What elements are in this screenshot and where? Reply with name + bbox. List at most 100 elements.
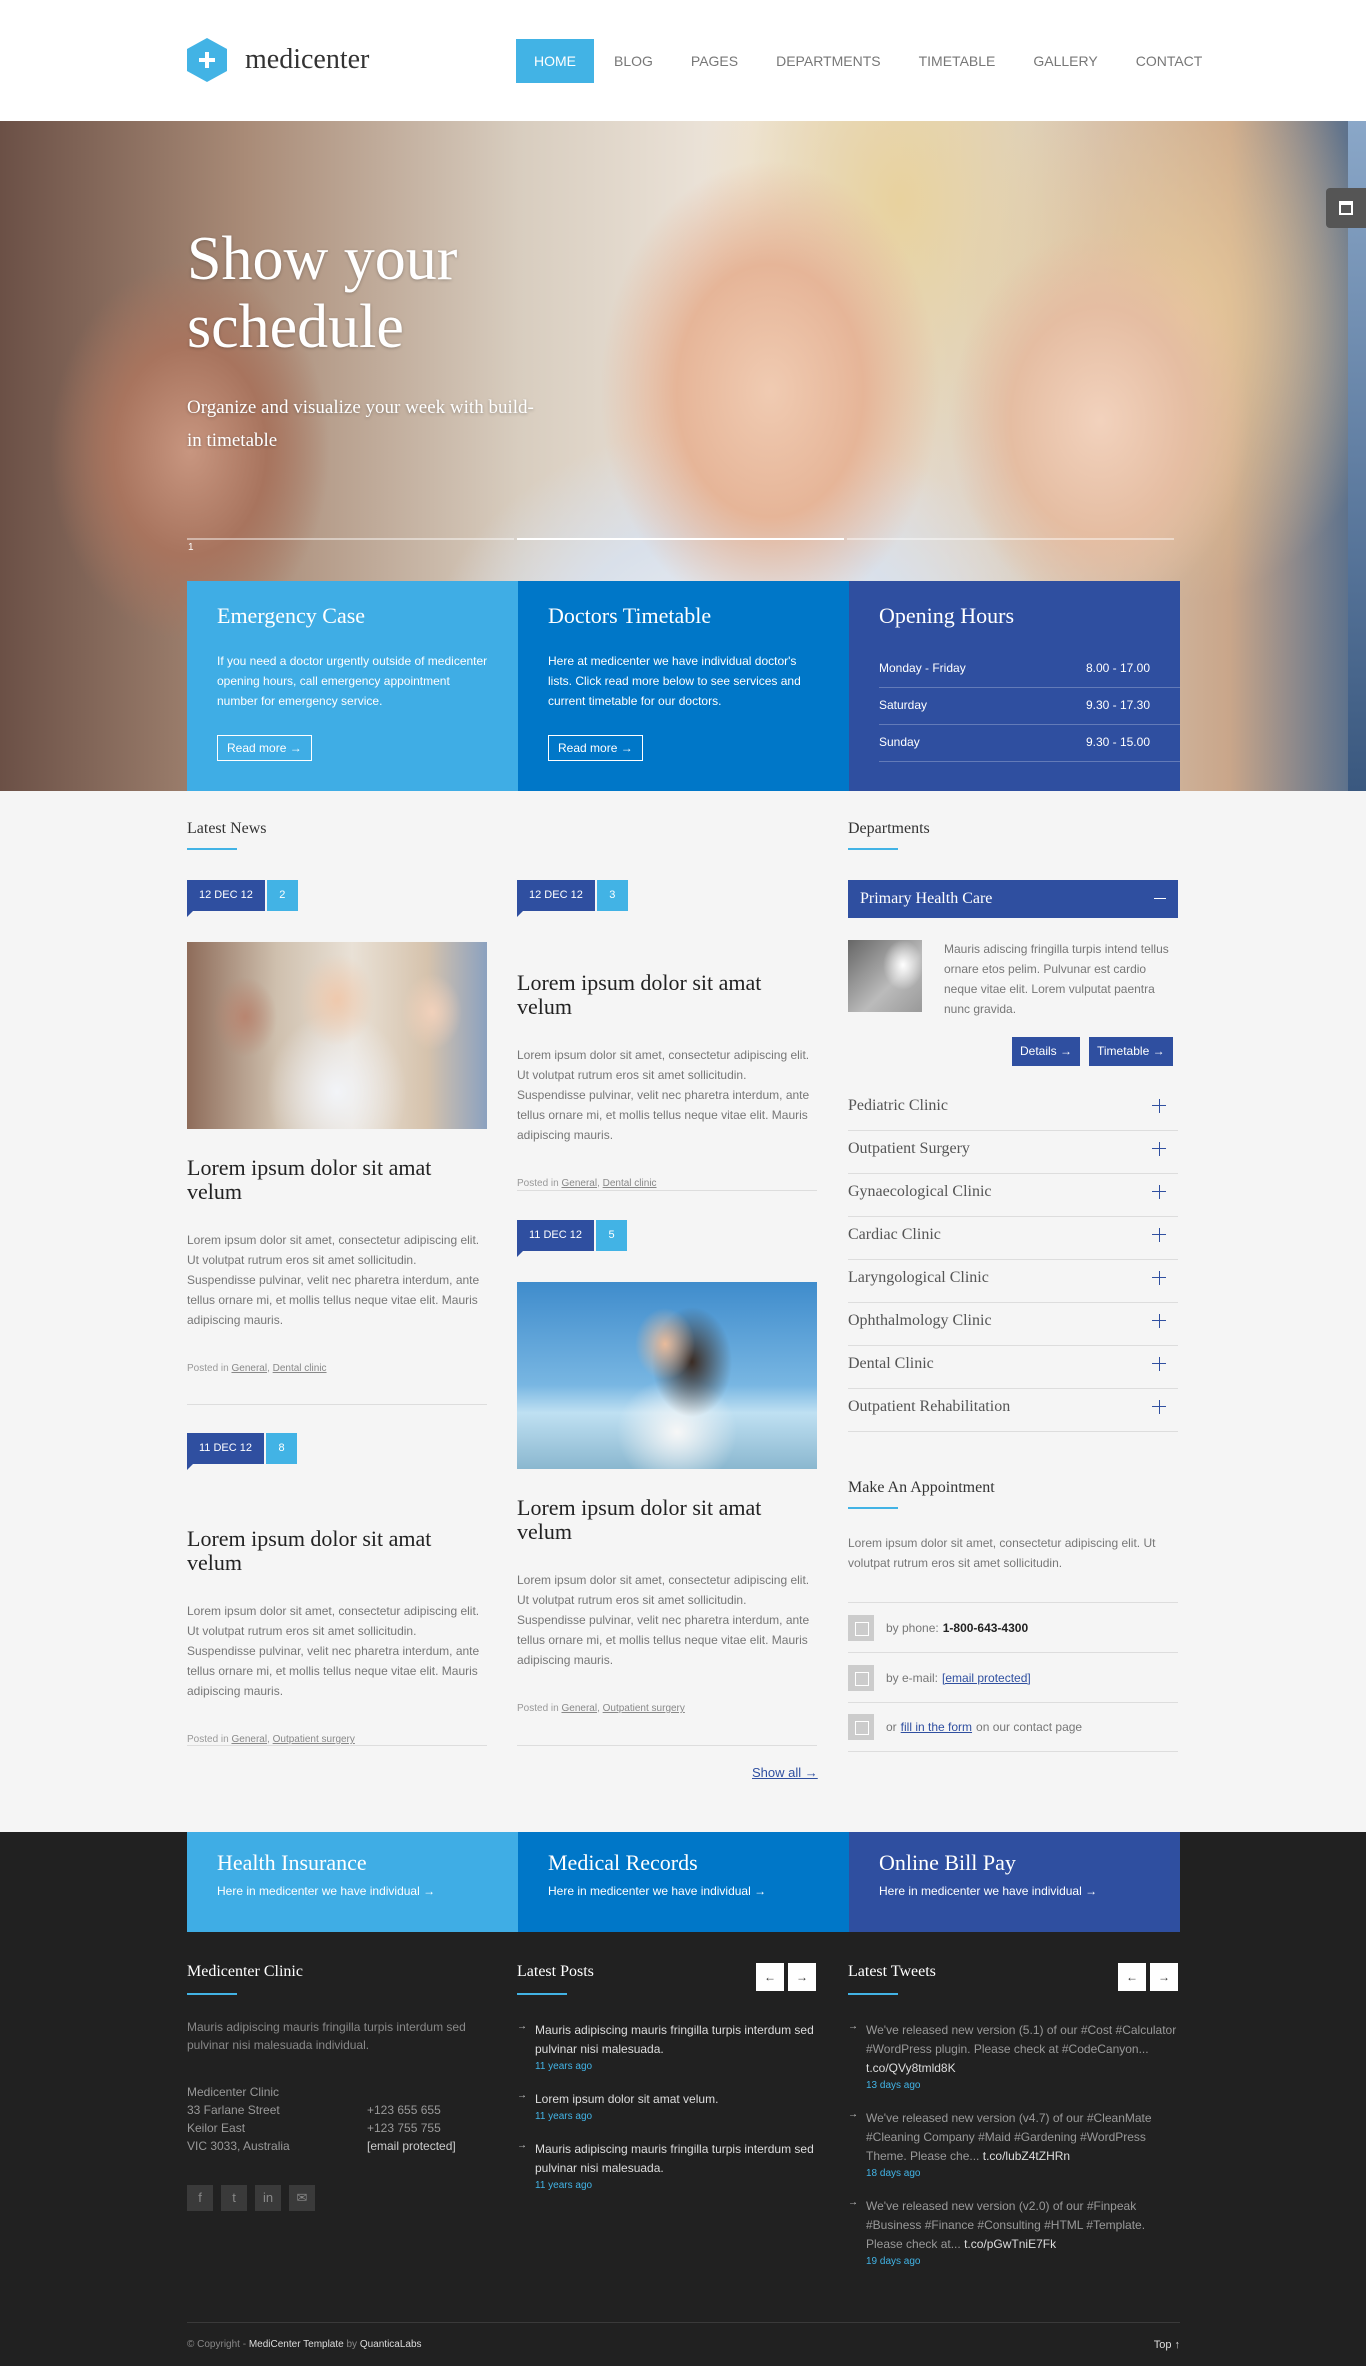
expand-icon[interactable]	[1152, 1228, 1166, 1242]
author-link[interactable]: QuanticaLabs	[360, 2339, 422, 2350]
expand-icon[interactable]	[1152, 1185, 1166, 1199]
department-item[interactable]: Cardiac Clinic	[848, 1217, 1178, 1260]
department-name: Primary Health Care	[860, 890, 993, 907]
tweet-date[interactable]: 18 days ago	[866, 2168, 1178, 2179]
hours-row: Sunday 9.30 - 15.00	[879, 725, 1180, 762]
hours-row: Saturday 9.30 - 17.30	[879, 688, 1180, 725]
phone-number[interactable]: 1-800-643-4300	[943, 1621, 1028, 1635]
timetable-button[interactable]: Timetable →	[1089, 1037, 1173, 1066]
department-item[interactable]: Ophthalmology Clinic	[848, 1303, 1178, 1346]
linkedin-icon[interactable]: in	[255, 2185, 281, 2211]
post-comment-count[interactable]: 5	[596, 1220, 627, 1251]
mail-icon[interactable]: ✉	[289, 2185, 315, 2211]
collapse-icon[interactable]	[1154, 898, 1166, 899]
latest-post-item[interactable]: Mauris adipiscing mauris fringilla turpi…	[517, 2021, 817, 2072]
back-to-top-link[interactable]: Top ↑	[1154, 2339, 1180, 2351]
latest-post-item[interactable]: Lorem ipsum dolor sit amat velum. 11 yea…	[517, 2090, 817, 2122]
prev-arrow-icon[interactable]: ←	[756, 1963, 784, 1991]
nav-timetable[interactable]: TIMETABLE	[901, 39, 1014, 83]
logo[interactable]: medicenter	[187, 38, 369, 82]
department-item[interactable]: Pediatric Clinic	[848, 1088, 1178, 1131]
clinic-text: Mauris adipiscing mauris fringilla turpi…	[187, 2020, 466, 2052]
expand-icon[interactable]	[1152, 1357, 1166, 1371]
post-title[interactable]: Lorem ipsum dolor sit amat velum	[187, 1527, 487, 1575]
post-title[interactable]: Lorem ipsum dolor sit amat velum	[517, 971, 817, 1019]
prev-arrow-icon[interactable]: ←	[1118, 1963, 1146, 1991]
expand-icon[interactable]	[1152, 1099, 1166, 1113]
department-item[interactable]: Laryngological Clinic	[848, 1260, 1178, 1303]
category-link[interactable]: General	[231, 1363, 267, 1374]
latest-post-text: Mauris adipiscing mauris fringilla turpi…	[535, 2023, 814, 2056]
nav-blog[interactable]: BLOG	[596, 39, 671, 83]
contact-email: by e-mail: [email protected]	[848, 1652, 1178, 1702]
twitter-icon[interactable]: t	[221, 2185, 247, 2211]
post-title[interactable]: Lorem ipsum dolor sit amat velum	[187, 1156, 487, 1204]
clinic-email-link[interactable]: [email protected]	[367, 2137, 456, 2155]
expand-icon[interactable]	[1152, 1314, 1166, 1328]
category-link[interactable]: Dental clinic	[603, 1178, 657, 1189]
facebook-icon[interactable]: f	[187, 2185, 213, 2211]
tweet-link[interactable]: t.co/pGwTniE7Fk	[964, 2237, 1056, 2251]
hero-title: Show your schedule	[187, 225, 458, 361]
post-categories: Posted in General, Dental clinic	[187, 1363, 327, 1374]
expand-icon[interactable]	[1152, 1142, 1166, 1156]
department-item[interactable]: Gynaecological Clinic	[848, 1174, 1178, 1217]
slider-dot-2[interactable]	[517, 538, 844, 540]
online-bill-pay-box[interactable]: Online Bill Pay Here in medicenter we ha…	[849, 1832, 1180, 1932]
tweet-link[interactable]: t.co/QVy8tmld8K	[866, 2061, 956, 2075]
tweet-link[interactable]: t.co/lubZ4tZHRn	[983, 2149, 1070, 2163]
clinic-phone: +123 755 755	[367, 2121, 441, 2135]
category-link[interactable]: General	[561, 1178, 597, 1189]
latest-post-item[interactable]: Mauris adipiscing mauris fringilla turpi…	[517, 2140, 817, 2191]
expand-icon[interactable]	[1152, 1271, 1166, 1285]
category-link[interactable]: Dental clinic	[273, 1363, 327, 1374]
emergency-read-more-button[interactable]: Read more →	[217, 735, 312, 761]
post-title[interactable]: Lorem ipsum dolor sit amat velum	[517, 1496, 817, 1544]
tweet-date[interactable]: 19 days ago	[866, 2256, 1178, 2267]
tweet-text: We've released new version (v4.7) of our…	[866, 2109, 1178, 2166]
category-link[interactable]: Outpatient surgery	[273, 1734, 355, 1745]
appointment-text: Lorem ipsum dolor sit amet, consectetur …	[848, 1536, 1156, 1570]
slider-dot-1[interactable]	[187, 538, 514, 540]
post-image[interactable]	[517, 1282, 817, 1469]
hours-row: Monday - Friday 8.00 - 17.00	[879, 651, 1180, 688]
timetable-widget-icon[interactable]	[1326, 188, 1366, 228]
nav-home[interactable]: HOME	[516, 39, 594, 83]
department-item[interactable]: Outpatient Rehabilitation	[848, 1389, 1178, 1432]
category-link[interactable]: General	[561, 1703, 597, 1714]
post-comment-count[interactable]: 8	[266, 1433, 297, 1464]
copyright-text: © Copyright -	[187, 2339, 247, 2350]
clinic-title: Medicenter Clinic	[187, 1963, 303, 1995]
template-link[interactable]: MediCenter Template	[249, 2339, 344, 2350]
slider-dot-3[interactable]	[847, 538, 1174, 540]
department-accordion-open[interactable]: Primary Health Care	[848, 880, 1178, 918]
slider-pagination	[187, 538, 1177, 540]
address-line: 33 Farlane Street	[187, 2103, 280, 2117]
expand-icon[interactable]	[1152, 1400, 1166, 1414]
nav-pages[interactable]: PAGES	[673, 39, 756, 83]
nav-gallery[interactable]: GALLERY	[1015, 39, 1115, 83]
category-link[interactable]: General	[231, 1734, 267, 1745]
timetable-read-more-button[interactable]: Read more →	[548, 735, 643, 761]
post-date-tag: 11 DEC 12 5	[517, 1220, 817, 1257]
department-item[interactable]: Dental Clinic	[848, 1346, 1178, 1389]
next-arrow-icon[interactable]: →	[788, 1963, 816, 1991]
post-comment-count[interactable]: 2	[266, 880, 298, 911]
contact-form-link[interactable]: fill in the form	[901, 1720, 972, 1734]
tweet-date[interactable]: 13 days ago	[866, 2080, 1178, 2091]
email-link[interactable]: [email protected]	[942, 1671, 1031, 1685]
post-image[interactable]	[187, 942, 487, 1129]
details-button[interactable]: Details →	[1012, 1037, 1081, 1066]
news-post: 11 DEC 12 8 Lorem ipsum dolor sit amat v…	[187, 1433, 487, 1745]
department-item-label: Dental Clinic	[848, 1355, 934, 1372]
medical-records-box[interactable]: Medical Records Here in medicenter we ha…	[518, 1832, 849, 1932]
department-item[interactable]: Outpatient Surgery	[848, 1131, 1178, 1174]
health-insurance-box[interactable]: Health Insurance Here in medicenter we h…	[187, 1832, 518, 1932]
show-all-link[interactable]: Show all →	[752, 1765, 818, 1780]
nav-contact[interactable]: CONTACT	[1118, 39, 1221, 83]
nav-departments[interactable]: DEPARTMENTS	[758, 39, 899, 83]
next-arrow-icon[interactable]: →	[1150, 1963, 1178, 1991]
post-comment-count[interactable]: 3	[596, 880, 628, 911]
address-line: Keilor East	[187, 2121, 246, 2135]
category-link[interactable]: Outpatient surgery	[603, 1703, 685, 1714]
